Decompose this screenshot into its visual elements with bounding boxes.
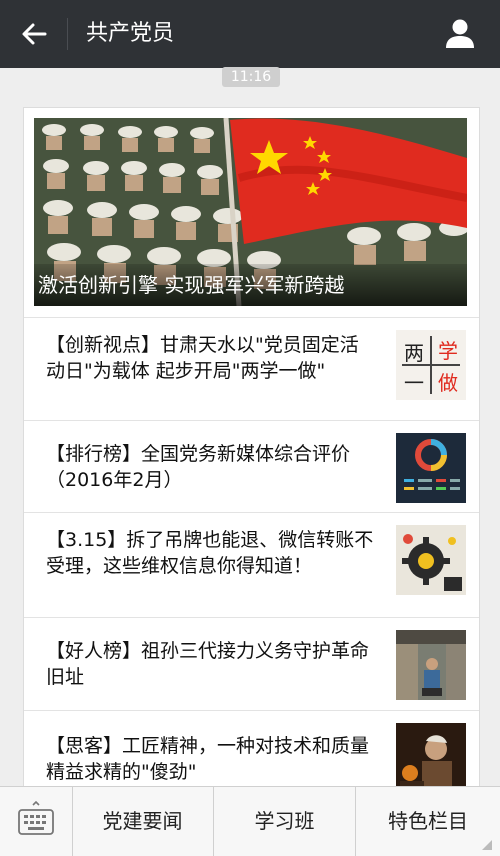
article-list-item[interactable]: 【创新视点】甘肃天水以"党员固定活动日"为载体 起步开局"两学一做" 两 学 一… — [24, 317, 479, 420]
header-divider — [67, 18, 68, 50]
menu-tab-party-news[interactable]: 党建要闻 — [72, 787, 214, 856]
article-title: 【创新视点】甘肃天水以"党员固定活动日"为载体 起步开局"两学一做" — [46, 334, 359, 382]
article-title: 【排行榜】全国党务新媒体综合评价（2016年2月） — [46, 443, 351, 491]
article-title: 【3.15】拆了吊牌也能退、微信转账不受理，这些维权信息你得知道！ — [46, 529, 374, 577]
article-list-item[interactable]: 【排行榜】全国党务新媒体综合评价（2016年2月） — [24, 420, 479, 512]
thumb-char: 两 — [404, 341, 424, 365]
article-thumbnail: 两 学 一 做 — [396, 330, 466, 400]
message-timestamp: 11:16 — [222, 67, 280, 87]
article-title: 【好人榜】祖孙三代接力义务守护革命旧址 — [46, 640, 370, 688]
hero-caption: 激活创新引擎 实现强军兴军新跨越 — [34, 264, 467, 306]
article-card: 激活创新引擎 实现强军兴军新跨越 【创新视点】甘肃天水以"党员固定活动日"为载体… — [23, 107, 480, 809]
thumb-char: 一 — [404, 371, 424, 395]
article-title: 【思客】工匠精神，一种对技术和质量精益求精的"傻劲" — [46, 735, 370, 783]
thumb-char: 做 — [438, 371, 458, 395]
submenu-indicator-icon — [482, 840, 492, 850]
arrow-left-icon — [22, 23, 47, 45]
article-thumbnail — [396, 525, 466, 595]
person-icon — [446, 19, 474, 48]
page-title: 共产党员 — [86, 21, 175, 46]
top-navigation-bar: 共产党员 — [0, 0, 500, 68]
article-list-item[interactable]: 【好人榜】祖孙三代接力义务守护革命旧址 — [24, 617, 479, 710]
thumb-char: 学 — [438, 339, 458, 363]
article-thumbnail — [396, 630, 466, 700]
hero-article[interactable]: 激活创新引擎 实现强军兴军新跨越 — [34, 118, 467, 306]
keyboard-icon — [18, 801, 54, 835]
article-list-item[interactable]: 【3.15】拆了吊牌也能退、微信转账不受理，这些维权信息你得知道！ — [24, 512, 479, 617]
article-thumbnail — [396, 723, 466, 793]
keyboard-toggle-button[interactable] — [0, 787, 73, 856]
back-button[interactable] — [14, 14, 54, 54]
menu-tab-study-class[interactable]: 学习班 — [214, 787, 356, 856]
article-thumbnail — [396, 433, 466, 503]
profile-button[interactable] — [440, 14, 480, 54]
menu-tab-featured-columns[interactable]: 特色栏目 — [356, 787, 500, 856]
bottom-menu-bar: 党建要闻 学习班 特色栏目 — [0, 786, 500, 856]
